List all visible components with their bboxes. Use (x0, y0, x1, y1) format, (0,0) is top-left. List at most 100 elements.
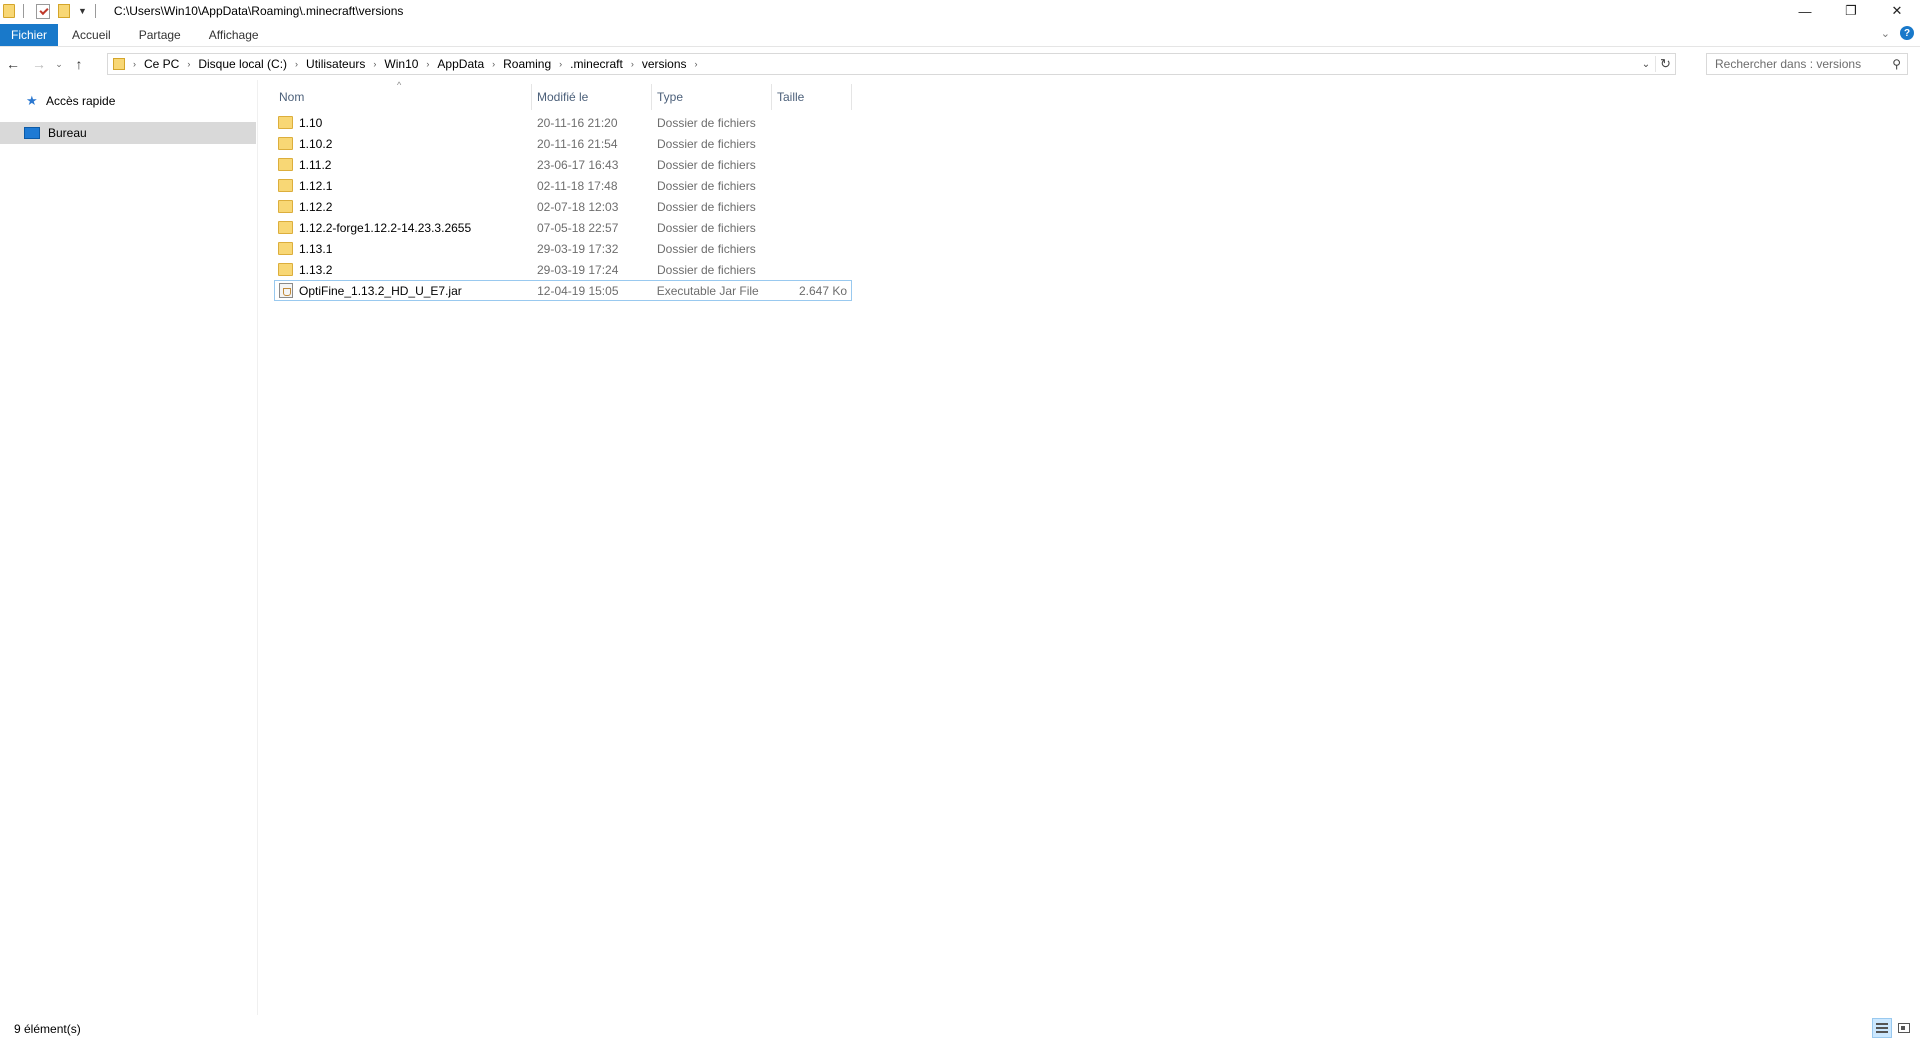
breadcrumb-disque-local[interactable]: Disque local (C:) (198, 57, 287, 71)
tab-affichage[interactable]: Affichage (195, 24, 273, 46)
folder-icon (278, 116, 293, 129)
address-history-chevron-icon[interactable]: ⌄ (1637, 59, 1655, 70)
divider (23, 4, 24, 18)
file-date: 29-03-19 17:24 (537, 262, 619, 277)
file-type: Dossier de fichiers (657, 241, 756, 256)
breadcrumb-win10[interactable]: Win10 (384, 57, 418, 71)
window-title: C:\Users\Win10\AppData\Roaming\.minecraf… (113, 4, 404, 18)
column-header: Nom Modifié le Type Taille (274, 84, 852, 110)
details-view-button[interactable] (1872, 1018, 1892, 1038)
nav-item-label: Accès rapide (46, 94, 116, 108)
file-type: Dossier de fichiers (657, 115, 756, 130)
breadcrumb-roaming[interactable]: Roaming (503, 57, 551, 71)
file-row[interactable]: OptiFine_1.13.2_HD_U_E7.jar 12-04-19 15:… (274, 280, 852, 301)
tab-fichier[interactable]: Fichier (0, 24, 59, 46)
chevron-right-icon[interactable]: › (187, 59, 190, 69)
column-header-size[interactable]: Taille (772, 84, 852, 110)
customize-toolbar-chevron-icon[interactable]: ▼ (78, 6, 87, 16)
file-type: Dossier de fichiers (657, 199, 756, 214)
file-row[interactable]: 1.11.2 23-06-17 16:43 Dossier de fichier… (274, 154, 852, 175)
chevron-right-icon[interactable]: › (492, 59, 495, 69)
file-row[interactable]: 1.12.1 02-11-18 17:48 Dossier de fichier… (274, 175, 852, 196)
breadcrumb-utilisateurs[interactable]: Utilisateurs (306, 57, 365, 71)
file-row[interactable]: 1.12.2-forge1.12.2-14.23.3.2655 07-05-18… (274, 217, 852, 238)
recent-locations-chevron-icon[interactable]: ⌄ (52, 53, 66, 75)
breadcrumb-ce-pc[interactable]: Ce PC (144, 57, 179, 71)
folder-icon (278, 221, 293, 234)
file-type: Dossier de fichiers (657, 262, 756, 277)
breadcrumb-appdata[interactable]: AppData (437, 57, 484, 71)
file-row[interactable]: 1.10.2 20-11-16 21:54 Dossier de fichier… (274, 133, 852, 154)
file-list-pane: ^ Nom Modifié le Type Taille 1.10 20-11-… (262, 80, 1920, 1015)
file-name: 1.12.1 (299, 178, 333, 193)
close-button[interactable]: ✕ (1874, 0, 1920, 22)
folder-icon (113, 58, 125, 70)
restore-button[interactable]: ❐ (1828, 0, 1874, 22)
file-size: 2.647 Ko (798, 283, 848, 298)
file-row[interactable]: 1.13.2 29-03-19 17:24 Dossier de fichier… (274, 259, 852, 280)
search-box[interactable]: ⚲ (1706, 53, 1908, 75)
up-button[interactable]: ↑ (66, 53, 92, 75)
chevron-right-icon[interactable]: › (426, 59, 429, 69)
jar-file-icon (279, 283, 293, 298)
search-input[interactable] (1715, 57, 1885, 71)
chevron-right-icon[interactable]: › (695, 59, 698, 69)
forward-button[interactable]: → (26, 53, 52, 75)
tab-accueil[interactable]: Accueil (58, 24, 125, 46)
large-icons-view-button[interactable] (1894, 1018, 1914, 1038)
breadcrumb-versions[interactable]: versions (642, 57, 687, 71)
file-date: 02-07-18 12:03 (537, 199, 619, 214)
nav-item-label: Bureau (48, 126, 87, 140)
minimize-button[interactable]: — (1782, 0, 1828, 22)
chevron-right-icon[interactable]: › (133, 59, 136, 69)
folder-icon (278, 242, 293, 255)
column-header-date[interactable]: Modifié le (532, 84, 652, 110)
file-name: 1.12.2 (299, 199, 333, 214)
ribbon-tabs: Fichier Accueil Partage Affichage ⌄ ? (0, 23, 1920, 47)
new-folder-icon[interactable] (58, 4, 70, 18)
star-icon: ★ (26, 93, 38, 108)
breadcrumb-minecraft[interactable]: .minecraft (570, 57, 623, 71)
file-date: 20-11-16 21:20 (537, 115, 618, 130)
status-bar: 9 élément(s) (0, 1018, 1920, 1040)
file-type: Dossier de fichiers (657, 136, 756, 151)
chevron-right-icon[interactable]: › (295, 59, 298, 69)
tab-partage[interactable]: Partage (125, 24, 195, 46)
item-count: 9 élément(s) (14, 1022, 81, 1036)
file-date: 07-05-18 22:57 (537, 220, 619, 235)
file-row[interactable]: 1.10 20-11-16 21:20 Dossier de fichiers (274, 112, 852, 133)
file-row[interactable]: 1.12.2 02-07-18 12:03 Dossier de fichier… (274, 196, 852, 217)
file-date: 20-11-16 21:54 (537, 136, 618, 151)
file-name: 1.13.2 (299, 262, 333, 277)
navigation-pane: ★ Accès rapide Bureau (0, 80, 258, 1015)
address-bar[interactable]: › Ce PC › Disque local (C:) › Utilisateu… (107, 53, 1676, 75)
search-icon[interactable]: ⚲ (1892, 57, 1901, 71)
file-name: 1.10.2 (299, 136, 333, 151)
properties-icon[interactable] (36, 3, 50, 19)
chevron-right-icon[interactable]: › (373, 59, 376, 69)
file-name: 1.12.2-forge1.12.2-14.23.3.2655 (299, 220, 472, 235)
navigation-bar: ← → ⌄ ↑ › Ce PC › Disque local (C:) › Ut… (0, 50, 1920, 78)
desktop-icon (24, 127, 40, 139)
file-date: 23-06-17 16:43 (537, 157, 619, 172)
file-type: Dossier de fichiers (657, 220, 756, 235)
folder-icon (278, 179, 293, 192)
chevron-right-icon[interactable]: › (559, 59, 562, 69)
file-type: Dossier de fichiers (657, 178, 756, 193)
large-icons-view-icon (1898, 1023, 1910, 1033)
file-name: 1.11.2 (299, 157, 332, 172)
nav-item-acces-rapide[interactable]: ★ Accès rapide (0, 90, 256, 112)
divider (94, 4, 96, 18)
help-icon[interactable]: ? (1900, 26, 1914, 40)
file-date: 02-11-18 17:48 (537, 178, 618, 193)
file-row[interactable]: 1.13.1 29-03-19 17:32 Dossier de fichier… (274, 238, 852, 259)
refresh-icon[interactable]: ↻ (1655, 56, 1675, 72)
nav-item-bureau[interactable]: Bureau (0, 122, 256, 144)
expand-ribbon-chevron-icon[interactable]: ⌄ (1881, 27, 1890, 40)
file-name: 1.13.1 (299, 241, 333, 256)
column-header-type[interactable]: Type (652, 84, 772, 110)
column-header-name[interactable]: Nom (274, 84, 532, 110)
file-type: Dossier de fichiers (657, 157, 756, 172)
chevron-right-icon[interactable]: › (631, 59, 634, 69)
back-button[interactable]: ← (0, 53, 26, 75)
